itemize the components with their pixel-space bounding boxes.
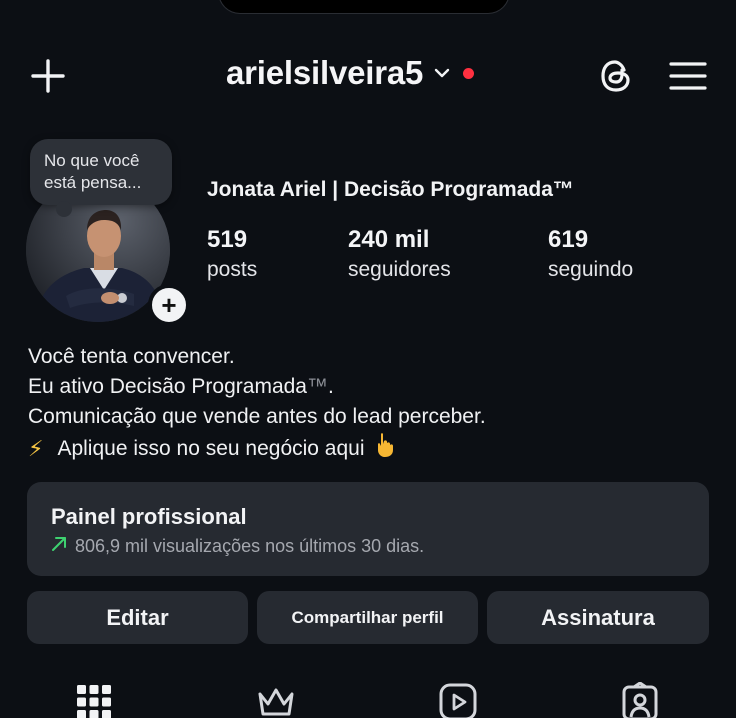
threads-button[interactable] xyxy=(596,56,636,96)
bio-line: ⚡ Aplique isso no seu negócio aqui xyxy=(28,432,486,466)
note-bubble[interactable]: No que você está pensa... xyxy=(30,139,172,217)
panel-subtitle: 806,9 mil visualizações nos últimos 30 d… xyxy=(51,536,685,557)
reels-icon xyxy=(439,683,477,718)
panel-title: Painel profissional xyxy=(51,504,247,529)
stat-followers[interactable]: 240 mil seguidores xyxy=(348,226,451,282)
subscription-button[interactable]: Assinatura xyxy=(487,591,709,644)
bio-line: Eu ativo Decisão Programada™. xyxy=(28,372,486,402)
tab-subscriber-content[interactable] xyxy=(256,682,296,718)
threads-icon xyxy=(601,60,630,92)
bio: Você tenta convencer. Eu ativo Decisão P… xyxy=(28,342,486,466)
plus-icon: + xyxy=(161,290,177,320)
stat-posts[interactable]: 519 posts xyxy=(207,226,257,282)
professional-dashboard[interactable]: Painel profissional 806,9 mil visualizaç… xyxy=(27,482,709,576)
panel-stats-text: 806,9 mil visualizações nos últimos 30 d… xyxy=(75,536,425,556)
trademark-symbol: ™ xyxy=(306,375,328,398)
menu-button[interactable] xyxy=(668,58,708,94)
note-tail xyxy=(56,201,72,217)
tab-reels[interactable] xyxy=(438,682,478,718)
note-text: No que você está pensa... xyxy=(44,151,142,192)
account-switcher[interactable]: arielsilveira5 xyxy=(226,54,475,92)
profile-tabs xyxy=(0,680,736,718)
notification-dot xyxy=(463,67,475,79)
lightning-icon: ⚡ xyxy=(28,436,44,461)
stat-label: seguindo xyxy=(548,258,634,281)
stat-following[interactable]: 619 seguindo xyxy=(548,226,633,282)
trend-up-icon xyxy=(51,536,67,557)
share-profile-button[interactable]: Compartilhar perfil xyxy=(257,591,478,644)
edit-profile-button[interactable]: Editar xyxy=(27,591,248,644)
pointing-down-icon xyxy=(375,432,397,466)
stat-value: 619 xyxy=(548,226,589,253)
new-post-button[interactable] xyxy=(28,56,68,96)
plus-icon xyxy=(31,59,65,93)
add-story-button[interactable]: + xyxy=(148,284,190,326)
chevron-down-icon xyxy=(435,68,450,78)
crown-icon xyxy=(258,688,294,716)
stat-label: posts xyxy=(207,258,258,281)
stat-value: 240 mil xyxy=(348,226,430,253)
bio-text: Aplique isso no seu negócio aqui xyxy=(57,437,365,460)
username: arielsilveira5 xyxy=(226,54,424,91)
bio-line: Você tenta convencer. xyxy=(28,345,235,368)
bio-text: Eu ativo Decisão Programada xyxy=(28,375,307,398)
tab-tagged[interactable] xyxy=(620,681,660,718)
bio-text: . xyxy=(327,375,334,398)
device-notch xyxy=(218,0,510,14)
grid-icon xyxy=(77,685,111,718)
stat-label: seguidores xyxy=(348,258,451,281)
display-name: Jonata Ariel | Decisão Programada™ xyxy=(207,178,574,201)
hamburger-icon xyxy=(669,62,707,90)
tagged-icon xyxy=(622,681,658,718)
tab-posts-grid[interactable] xyxy=(74,682,114,718)
bio-line: Comunicação que vende antes do lead perc… xyxy=(28,405,486,428)
top-bar: arielsilveira5 xyxy=(0,48,736,104)
stat-value: 519 xyxy=(207,226,248,253)
